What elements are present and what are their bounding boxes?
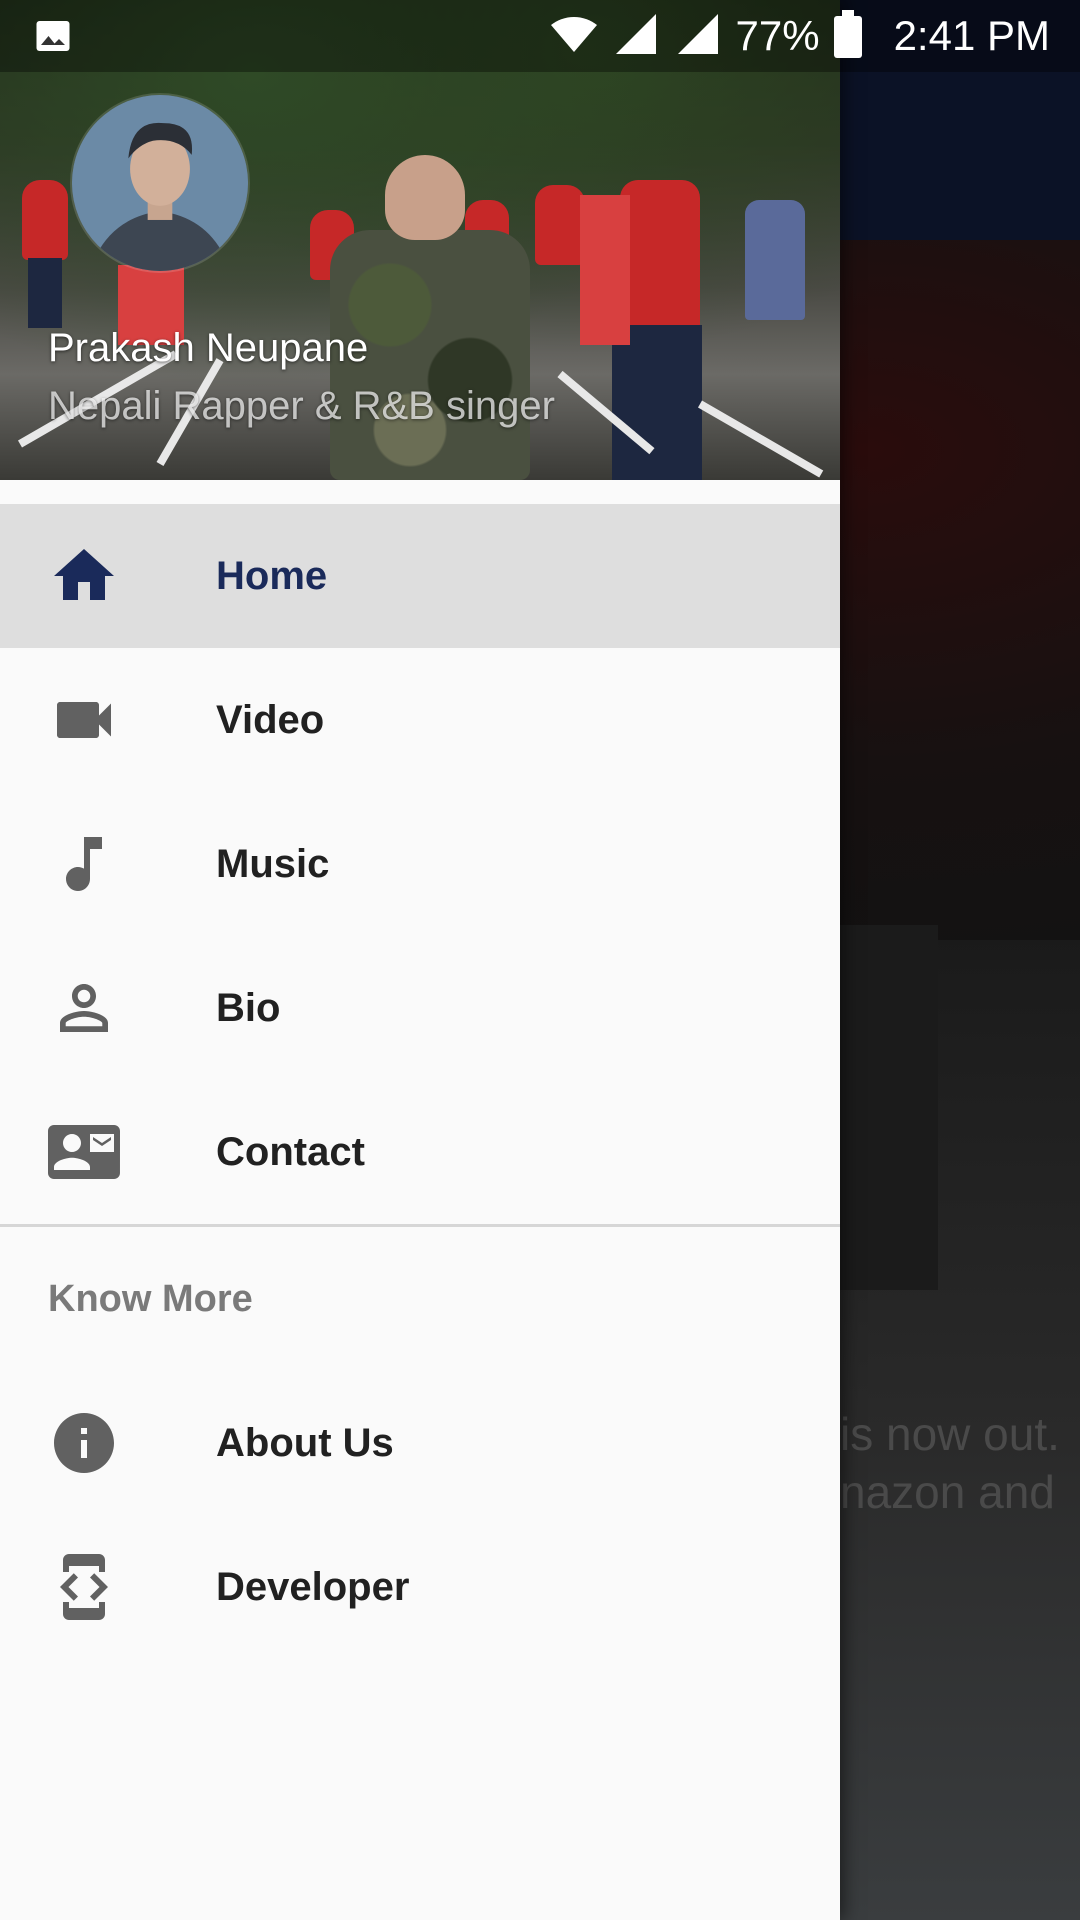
nav-item-label: Bio: [216, 985, 281, 1030]
nav-item-home[interactable]: Home: [0, 504, 840, 648]
nav-item-video[interactable]: Video: [0, 648, 840, 792]
avatar-image: [72, 95, 248, 271]
navigation-drawer: Prakash Neupane Nepali Rapper & R&B sing…: [0, 0, 840, 1920]
nav-item-label: About Us: [216, 1420, 394, 1465]
drawer-menu: Home Video Music Bio Contact Know More A…: [0, 504, 840, 1659]
nav-item-music[interactable]: Music: [0, 792, 840, 936]
contact-mail-icon: [48, 1116, 120, 1188]
developer-mode-icon: [48, 1551, 120, 1623]
header-name: Prakash Neupane: [48, 326, 369, 370]
profile-avatar[interactable]: [72, 95, 248, 271]
background-text-line2: nazon and: [840, 1466, 1055, 1518]
scene-person: [22, 180, 68, 260]
battery-icon: [833, 9, 862, 63]
person-icon: [48, 972, 120, 1044]
status-bar: 77% 2:41 PM: [0, 0, 1080, 72]
screen: is now out. nazon and 77% 2:41 PM Prakas…: [0, 0, 1080, 1920]
music-note-icon: [48, 828, 120, 900]
nav-item-about-us[interactable]: About Us: [0, 1371, 840, 1515]
info-icon: [48, 1407, 120, 1479]
background-text: is now out. nazon and: [840, 1405, 1080, 1521]
header-subtitle: Nepali Rapper & R&B singer: [48, 384, 555, 428]
scene-person-legs: [612, 325, 702, 480]
scene-person: [535, 185, 585, 265]
nav-item-label: Home: [216, 553, 328, 598]
scene-sign: [580, 195, 630, 345]
nav-item-label: Contact: [216, 1129, 365, 1174]
background-card: [830, 925, 938, 1290]
nav-item-label: Video: [216, 697, 325, 742]
nav-item-label: Developer: [216, 1564, 410, 1609]
scene-person: [745, 200, 805, 320]
nav-item-bio[interactable]: Bio: [0, 936, 840, 1080]
battery-percent: 77%: [735, 12, 820, 59]
scene-person-head: [385, 155, 465, 240]
scene-stripe: [698, 400, 824, 478]
nav-item-contact[interactable]: Contact: [0, 1080, 840, 1224]
cell-signal-icon: [612, 10, 660, 63]
nav-item-developer[interactable]: Developer: [0, 1515, 840, 1659]
background-text-line1: is now out.: [840, 1408, 1060, 1460]
gallery-notification-icon: [34, 18, 72, 54]
scene-person-legs: [28, 258, 62, 328]
home-icon: [48, 540, 120, 612]
nav-item-label: Music: [216, 841, 330, 886]
section-header-know-more: Know More: [48, 1277, 253, 1320]
wifi-icon: [550, 10, 598, 63]
clock: 2:41 PM: [893, 12, 1050, 59]
drawer-header: Prakash Neupane Nepali Rapper & R&B sing…: [0, 0, 840, 480]
scene-person: [620, 180, 700, 330]
cell-signal-2-icon: [674, 10, 722, 63]
videocam-icon: [48, 684, 120, 756]
